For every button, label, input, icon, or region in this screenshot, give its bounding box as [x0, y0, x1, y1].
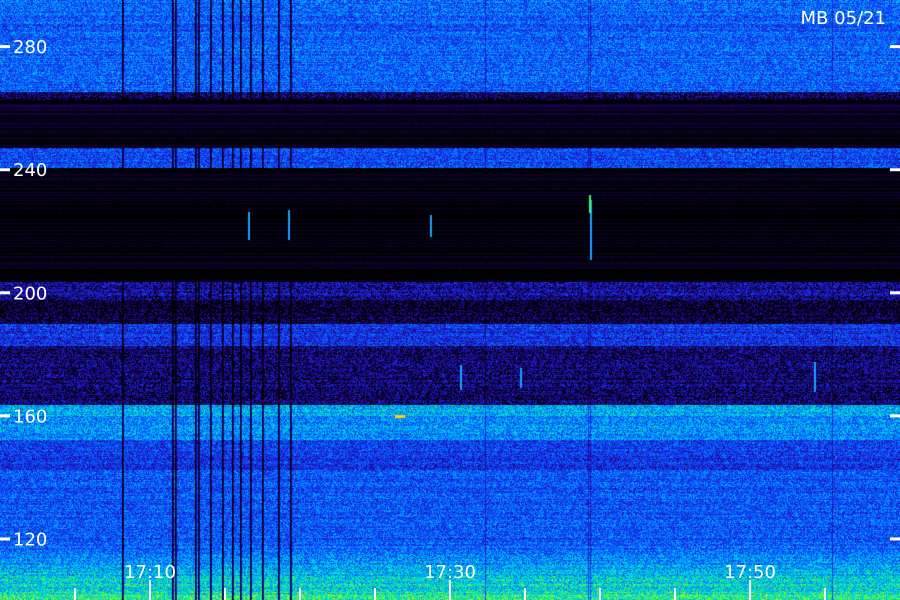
y-tick-label: 280 [13, 37, 47, 58]
chart-overlay: MB 05/21 120 160 200 240 280 17:10 17:30 17:50 [0, 8, 900, 600]
x-tick-mark [824, 588, 826, 600]
y-axis: 120 160 200 240 280 [0, 37, 900, 550]
x-tick-mark [374, 588, 376, 600]
x-tick-mark [149, 580, 151, 600]
x-tick-mark [749, 580, 751, 600]
y-tick-mark-right [890, 168, 900, 172]
y-tick-mark-left [0, 291, 10, 295]
x-tick-label: 17:10 [124, 562, 176, 583]
y-tick-mark-right [890, 45, 900, 49]
x-tick-label: 17:50 [724, 562, 776, 583]
chart-title: MB 05/21 [801, 8, 886, 29]
x-tick-mark [74, 588, 76, 600]
y-tick-label: 120 [13, 529, 47, 550]
y-tick-mark-right [890, 291, 900, 295]
spectrogram-panel: MB 05/21 120 160 200 240 280 17:10 17:30 17:50 [0, 0, 900, 600]
y-tick-mark-left [0, 45, 10, 49]
x-tick-mark [599, 588, 601, 600]
y-tick-mark-left [0, 414, 10, 418]
y-tick-mark-left [0, 168, 10, 172]
x-tick-mark [524, 588, 526, 600]
x-tick-mark [299, 588, 301, 600]
y-tick-mark-right [890, 414, 900, 418]
x-axis: 17:10 17:30 17:50 [74, 562, 826, 600]
y-tick-label: 160 [13, 406, 47, 427]
y-tick-mark-right [890, 537, 900, 541]
x-tick-label: 17:30 [424, 562, 476, 583]
x-tick-mark [674, 588, 676, 600]
y-tick-mark-left [0, 537, 10, 541]
x-tick-mark [449, 580, 451, 600]
y-tick-label: 200 [13, 283, 47, 304]
x-tick-mark [224, 588, 226, 600]
y-tick-label: 240 [13, 160, 47, 181]
